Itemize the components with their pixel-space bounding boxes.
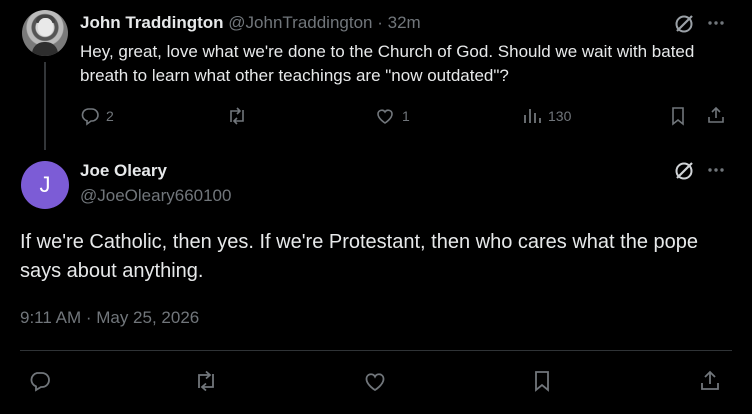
retweet-button[interactable] (226, 106, 248, 126)
reply-button[interactable]: 2 (80, 106, 114, 126)
reply-button[interactable] (28, 369, 52, 393)
bookmark-icon (672, 107, 684, 126)
like-icon (377, 109, 393, 124)
share-button[interactable] (706, 105, 726, 125)
like-count: 1 (402, 108, 410, 124)
author-name[interactable]: Joe Oleary (80, 160, 167, 182)
share-icon (701, 370, 719, 390)
tweet-time[interactable]: 32m (388, 13, 421, 32)
like-button[interactable] (362, 369, 388, 393)
tweet-text: If we're Catholic, then yes. If we're Pr… (20, 231, 698, 282)
views-button[interactable]: 130 (522, 106, 571, 126)
tweet-text: Hey, great, love what we're done to the … (80, 42, 695, 85)
grok-icon[interactable] (673, 160, 695, 182)
grok-icon[interactable] (673, 13, 695, 35)
like-icon (365, 373, 385, 392)
reply-icon (81, 108, 99, 126)
like-button[interactable]: 1 (374, 106, 410, 126)
reply-count: 2 (106, 108, 114, 124)
bookmark-button[interactable] (530, 369, 554, 393)
bookmark-icon (535, 371, 549, 392)
more-icon[interactable] (706, 160, 726, 180)
reply-tweet[interactable]: John Traddington @JohnTraddington · 32m … (0, 0, 752, 150)
retweet-icon (198, 370, 214, 392)
author-handle[interactable]: @JoeOleary660100 (80, 185, 231, 207)
reply-icon (30, 372, 50, 392)
separator: · (377, 13, 383, 32)
author-handle[interactable]: @JohnTraddington (228, 13, 372, 32)
avatar[interactable] (22, 10, 68, 56)
share-button[interactable] (698, 369, 722, 393)
tweet-timestamp[interactable]: 9:11 AM · May 25, 2026 (20, 308, 199, 328)
divider (20, 350, 732, 351)
retweet-button[interactable] (193, 369, 219, 393)
retweet-icon (230, 107, 244, 125)
views-icon (524, 109, 541, 123)
share-icon (708, 106, 724, 123)
author-name[interactable]: John Traddington (80, 13, 224, 32)
views-count: 130 (548, 108, 572, 124)
tweet-header: John Traddington @JohnTraddington · 32m (80, 12, 421, 34)
avatar[interactable]: J (21, 161, 69, 209)
bookmark-button[interactable] (668, 106, 688, 126)
more-icon[interactable] (706, 13, 726, 33)
